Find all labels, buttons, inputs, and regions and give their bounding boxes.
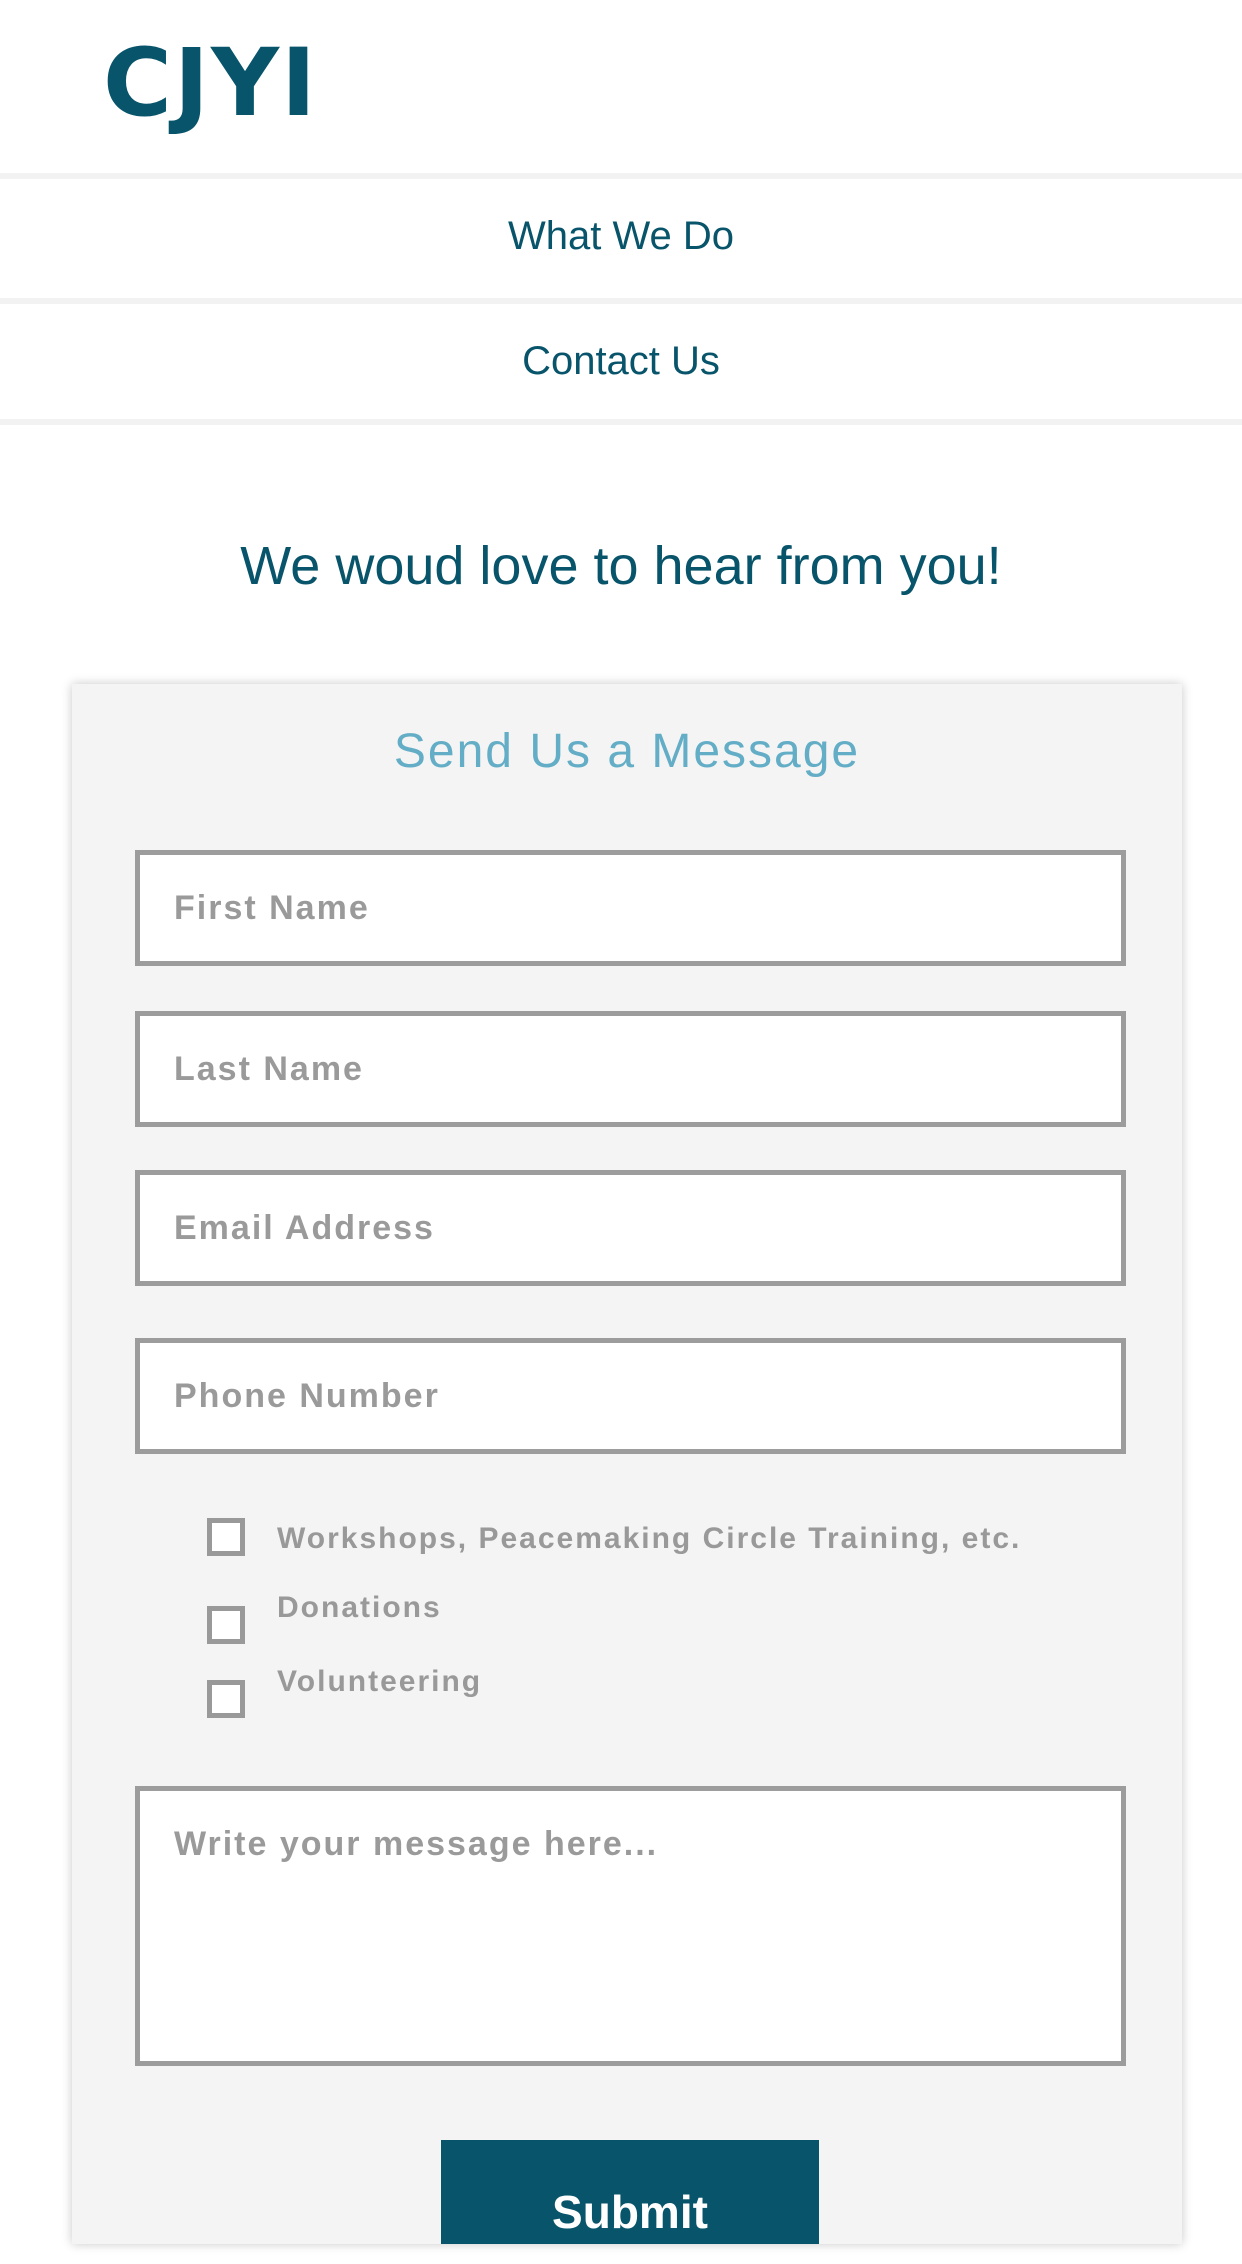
phone-input[interactable] — [135, 1338, 1126, 1454]
workshops-checkbox[interactable] — [207, 1518, 245, 1556]
nav-item-contact-us[interactable]: Contact Us — [0, 339, 1242, 384]
site-header: CJYI — [0, 0, 1242, 173]
page-headline: We woud love to hear from you! — [240, 536, 1002, 596]
form-title: Send Us a Message — [393, 725, 861, 778]
contact-form-card: Send Us a Message Workshops, Peacemaking… — [72, 684, 1182, 2244]
checkbox-label: Workshops, Peacemaking Circle Training, … — [277, 1522, 1022, 1555]
last-name-input[interactable] — [135, 1011, 1126, 1127]
volunteering-checkbox[interactable] — [207, 1680, 245, 1718]
nav-divider — [0, 419, 1242, 425]
message-textarea[interactable] — [135, 1786, 1126, 2066]
checkbox-label: Volunteering — [277, 1665, 483, 1698]
nav-item-what-we-do[interactable]: What We Do — [0, 214, 1242, 259]
donations-checkbox[interactable] — [207, 1606, 245, 1644]
nav-divider — [0, 173, 1242, 179]
first-name-input[interactable] — [135, 850, 1126, 966]
email-input[interactable] — [135, 1170, 1126, 1286]
nav-divider — [0, 298, 1242, 304]
checkbox-label: Donations — [277, 1591, 442, 1624]
logo[interactable]: CJYI — [103, 34, 318, 134]
submit-button[interactable]: Submit — [441, 2140, 819, 2244]
